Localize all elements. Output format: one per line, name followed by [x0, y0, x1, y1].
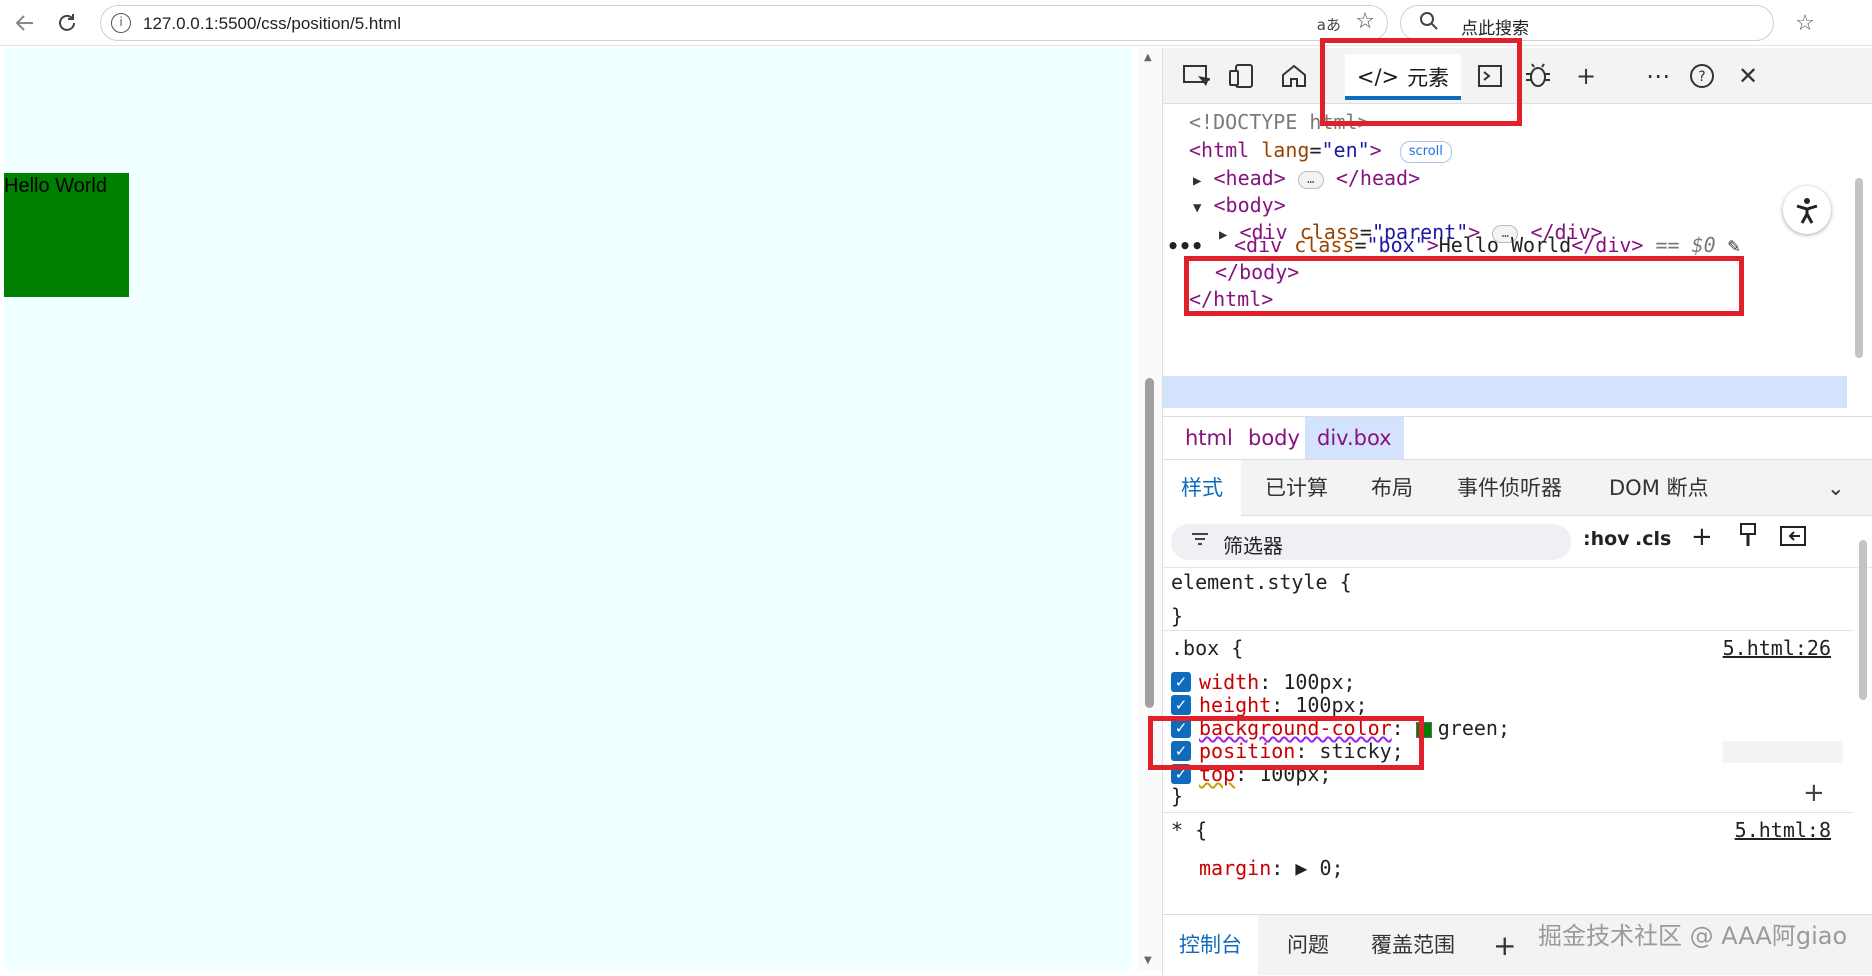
address-bar[interactable]: i 127.0.0.1:5500/css/position/5.html aあ …	[100, 5, 1388, 41]
breadcrumb-div-box[interactable]: div.box	[1305, 417, 1404, 459]
cls-button[interactable]: .cls	[1635, 528, 1671, 550]
scroll-down-icon[interactable]: ▼	[1144, 955, 1152, 966]
filter-input[interactable]: 筛选器	[1171, 524, 1571, 560]
breadcrumb-body[interactable]: body	[1236, 417, 1312, 459]
scroll-badge[interactable]: scroll	[1399, 140, 1452, 163]
hov-button[interactable]: :hov	[1583, 528, 1630, 550]
more-options-icon[interactable]: ⋯	[1639, 58, 1677, 94]
collapse-triangle-icon[interactable]: ▼	[1193, 200, 1201, 216]
home-icon[interactable]	[1275, 58, 1313, 94]
tab-issues[interactable]: 问题	[1287, 915, 1329, 976]
browser-toolbar: i 127.0.0.1:5500/css/position/5.html aあ …	[0, 0, 1872, 46]
scroll-up-icon[interactable]: ▲	[1144, 52, 1152, 63]
devtools-panel: </> 元素 + ⋯ ? ✕ <!DOCTYPE html> <html lan…	[1162, 48, 1872, 976]
filter-icon	[1189, 528, 1211, 556]
star-rule-source-link[interactable]: 5.html:8	[1735, 818, 1831, 842]
property-checkbox[interactable]: ✓	[1171, 741, 1191, 761]
tab-elements-label: 元素	[1407, 66, 1450, 90]
property-checkbox[interactable]: ✓	[1171, 695, 1191, 715]
paint-brush-icon[interactable]	[1737, 522, 1759, 555]
hover-row-background	[1723, 741, 1843, 763]
accessibility-icon[interactable]	[1783, 186, 1831, 234]
box-rule-source-link[interactable]: 5.html:26	[1723, 636, 1831, 660]
expand-triangle-icon[interactable]: ▶	[1219, 227, 1227, 243]
styles-panel-tabs: 样式 已计算 布局 事件侦听器 DOM 断点 ⌄	[1163, 460, 1872, 516]
rule-divider	[1163, 630, 1853, 631]
devtools-toolbar: </> 元素 + ⋯ ? ✕	[1163, 48, 1872, 104]
inspect-icon[interactable]	[1177, 58, 1215, 94]
search-placeholder: 点此搜索	[1461, 19, 1529, 39]
collapsed-ellipsis[interactable]: …	[1297, 170, 1324, 189]
style-property-top[interactable]: top: 100px;	[1199, 760, 1331, 788]
back-icon[interactable]	[10, 8, 40, 38]
rule-divider	[1163, 812, 1853, 813]
toggle-sidebar-icon[interactable]	[1779, 524, 1807, 553]
add-drawer-tab-icon[interactable]: +	[1493, 915, 1516, 976]
console-icon[interactable]	[1471, 58, 1509, 94]
filter-placeholder: 筛选器	[1223, 534, 1283, 558]
tab-elements[interactable]: </> 元素	[1345, 54, 1461, 100]
device-emulation-icon[interactable]	[1223, 58, 1261, 94]
property-checkbox[interactable]: ✓	[1171, 718, 1191, 738]
info-icon[interactable]: i	[111, 13, 131, 33]
scrollbar-thumb[interactable]	[1145, 378, 1154, 708]
tab-layout[interactable]: 布局	[1371, 460, 1413, 516]
more-tools-plus-icon[interactable]: +	[1567, 58, 1605, 94]
edit-icon[interactable]: ✎	[1728, 233, 1740, 257]
new-rule-icon[interactable]: +	[1691, 522, 1713, 552]
chevron-down-icon[interactable]: ⌄	[1827, 460, 1845, 516]
dom-line-html-close[interactable]: </html>	[1189, 283, 1273, 315]
bug-icon[interactable]	[1519, 58, 1557, 94]
close-icon[interactable]: ✕	[1729, 58, 1767, 94]
property-checkbox[interactable]: ✓	[1171, 764, 1191, 784]
url-text[interactable]: 127.0.0.1:5500/css/position/5.html	[143, 14, 401, 34]
translate-icon[interactable]: aあ	[1317, 14, 1341, 35]
expand-triangle-icon[interactable]: ▶	[1193, 173, 1201, 189]
tab-dom-breakpoints[interactable]: DOM 断点	[1609, 460, 1709, 516]
styles-filter-row: 筛选器 :hov .cls +	[1163, 516, 1872, 568]
selected-dom-row[interactable]	[1163, 376, 1847, 408]
svg-text:?: ?	[1698, 69, 1705, 85]
code-icon: </>	[1356, 65, 1400, 89]
scrollbar-thumb[interactable]	[1859, 540, 1867, 700]
element-style-selector[interactable]: element.style {	[1171, 568, 1352, 596]
tab-computed[interactable]: 已计算	[1265, 460, 1328, 516]
hello-world-box: Hello World	[4, 173, 129, 297]
page-viewport: Hello World	[4, 48, 1132, 970]
star-rule-selector[interactable]: * {	[1171, 816, 1207, 844]
dom-line-box-div[interactable]: <div class="box">Hello World</div> == $0…	[1234, 229, 1740, 261]
element-style-close: }	[1171, 604, 1184, 628]
styles-scrollbar[interactable]	[1853, 518, 1872, 948]
tab-coverage[interactable]: 覆盖范围	[1371, 915, 1455, 976]
tab-event-listeners[interactable]: 事件侦听器	[1457, 460, 1562, 516]
help-icon[interactable]: ?	[1683, 58, 1721, 94]
search-icon	[1419, 11, 1439, 36]
add-property-icon[interactable]: +	[1803, 778, 1825, 808]
breadcrumb-html[interactable]: html	[1173, 417, 1245, 459]
dom-tree: <!DOCTYPE html> <html lang="en"> scroll …	[1163, 104, 1863, 416]
watermark-text: 掘金技术社区 @ AAA阿giao	[1538, 922, 1848, 950]
box-rule-selector[interactable]: .box {	[1171, 634, 1243, 662]
breadcrumb: html body div.box	[1163, 416, 1872, 460]
tab-console[interactable]: 控制台	[1163, 915, 1258, 976]
favorites-bar-icon[interactable]: ☆	[1790, 8, 1820, 38]
styles-pane: element.style { } .box { 5.html:26 ✓ wid…	[1163, 568, 1853, 942]
property-checkbox[interactable]: ✓	[1171, 672, 1191, 692]
page-scrollbar[interactable]: ▲ ▼	[1138, 48, 1164, 970]
favorite-icon[interactable]: ☆	[1355, 9, 1375, 34]
style-property-margin[interactable]: margin: ▶ 0;	[1199, 854, 1344, 882]
tab-active-indicator	[1345, 96, 1461, 100]
box-rule-close: }	[1171, 784, 1184, 808]
expand-shorthand-icon[interactable]: ▶	[1295, 856, 1307, 880]
scrollbar-thumb[interactable]	[1855, 178, 1863, 358]
tab-styles[interactable]: 样式	[1163, 460, 1241, 516]
search-box[interactable]: 点此搜索	[1400, 5, 1774, 41]
color-swatch[interactable]	[1415, 721, 1432, 738]
reload-icon[interactable]	[52, 8, 82, 38]
